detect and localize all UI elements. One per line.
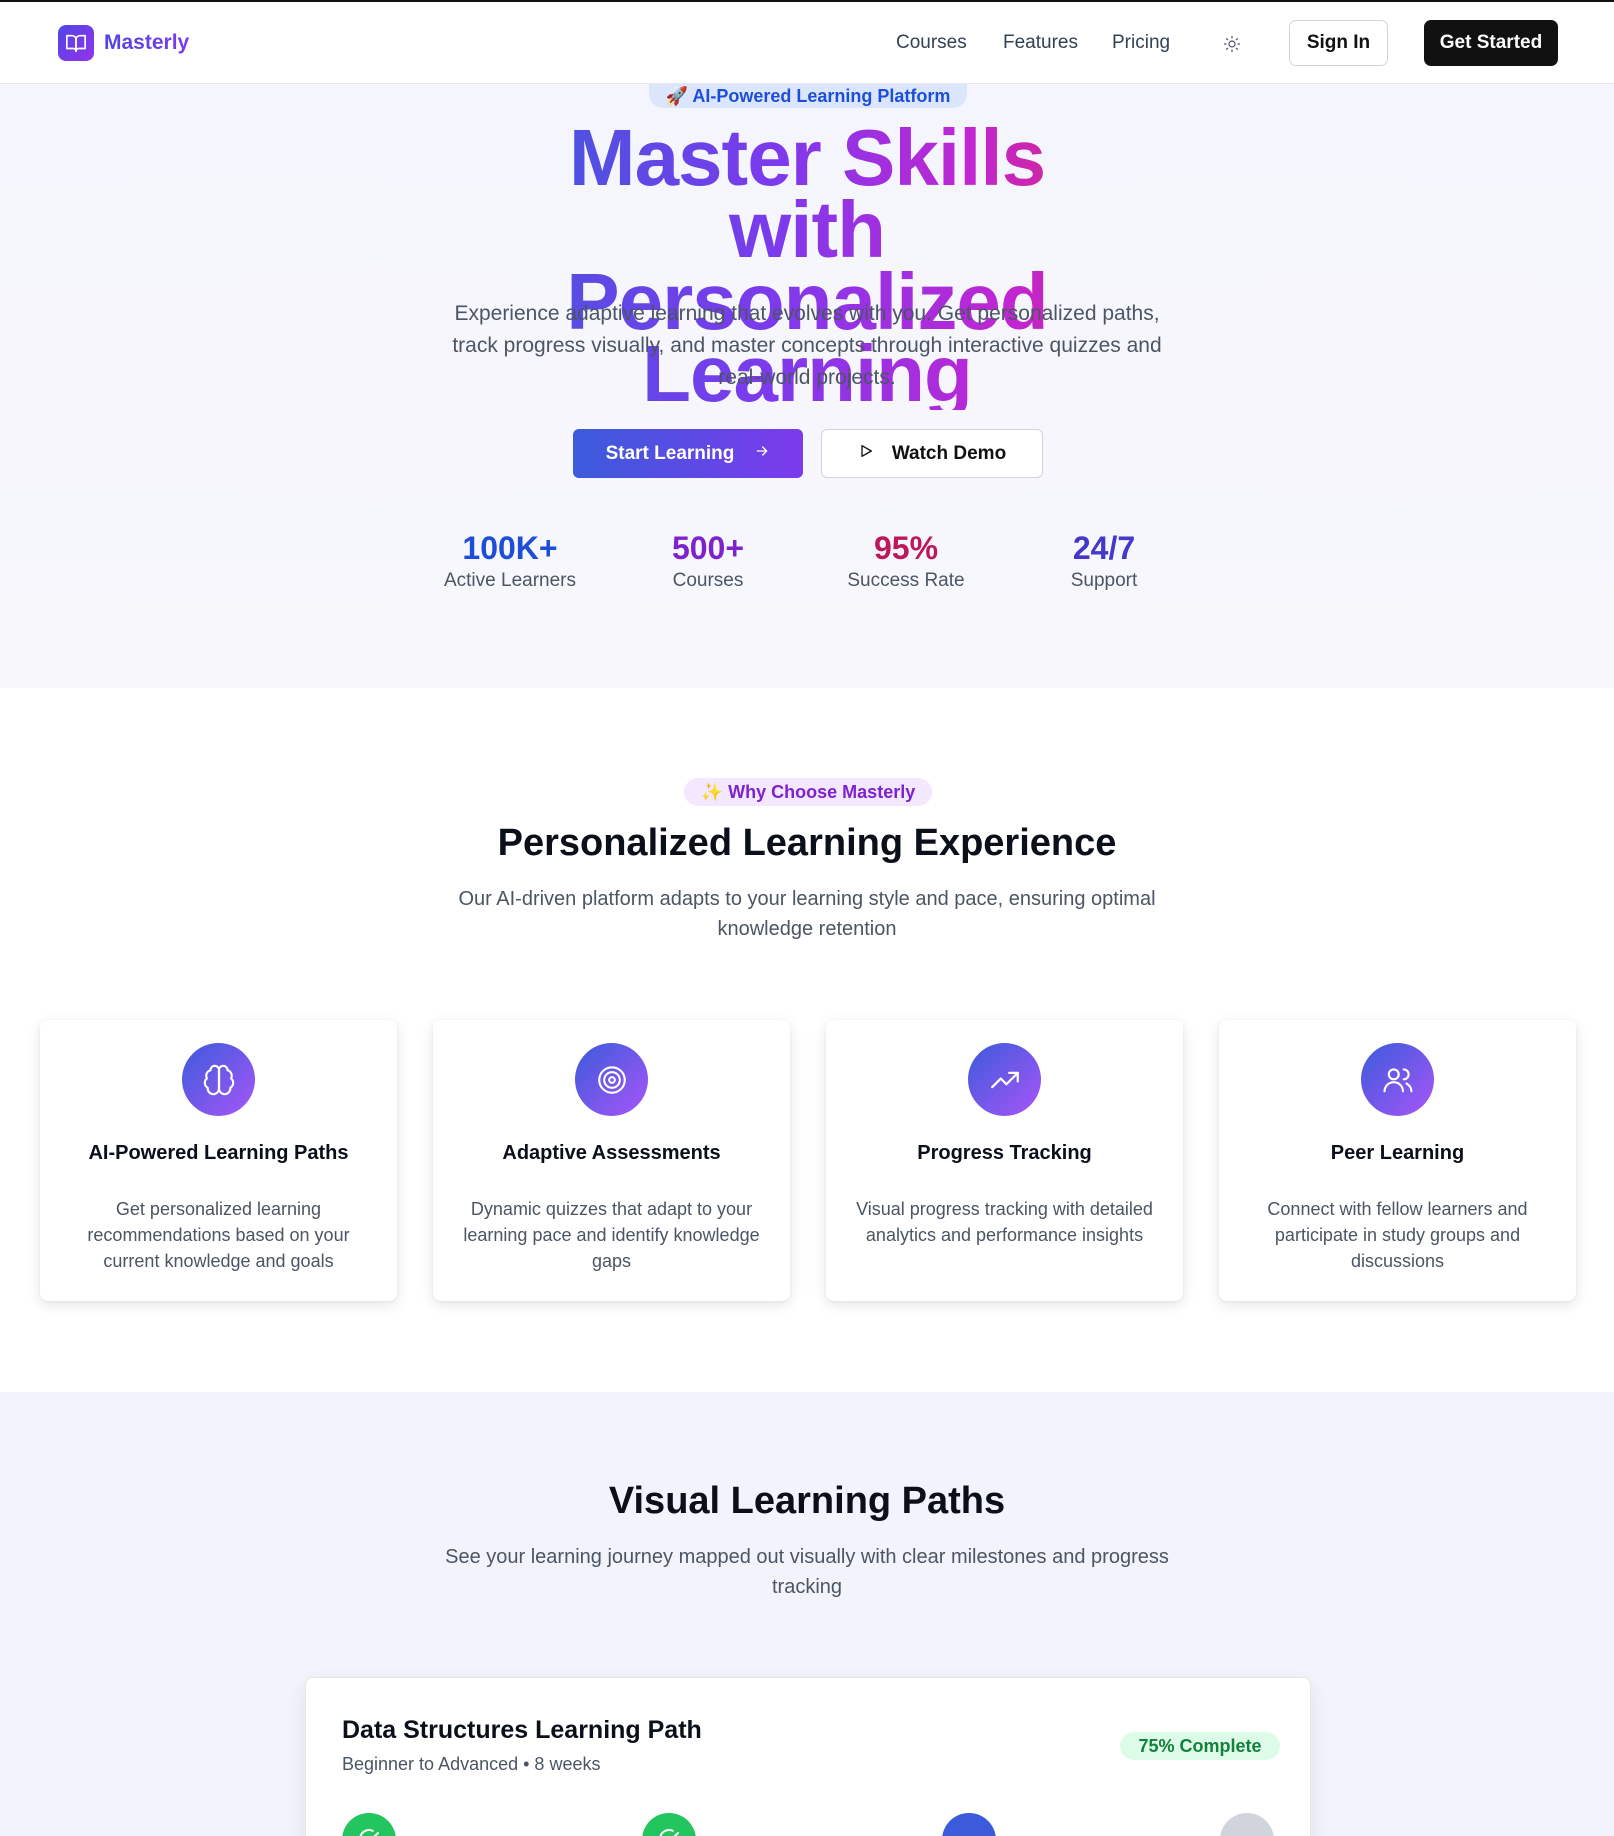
sign-in-button[interactable]: Sign In xyxy=(1289,20,1388,66)
stat-value: 100K+ xyxy=(462,530,558,566)
book-icon xyxy=(58,25,94,61)
hero-title-line1: Master Skills with xyxy=(487,118,1127,270)
features-badge: ✨ Why Choose Masterly xyxy=(684,778,932,806)
learning-path-card[interactable]: Data Structures Learning Path Beginner t… xyxy=(305,1677,1311,1836)
step-current[interactable] xyxy=(942,1813,996,1836)
stat-label: Courses xyxy=(672,570,744,591)
stat-value: 500+ xyxy=(671,530,745,566)
logo[interactable]: Masterly xyxy=(58,25,189,61)
path-meta: Beginner to Advanced • 8 weeks xyxy=(342,1754,601,1774)
card-description: Connect with fellow learners and partici… xyxy=(1267,1199,1528,1271)
brain-icon xyxy=(182,1043,255,1116)
trending-up-icon xyxy=(968,1043,1041,1116)
stat-value: 95% xyxy=(873,530,939,566)
start-learning-label: Start Learning xyxy=(605,442,735,464)
navbar: Masterly Courses Features Pricing Sign I… xyxy=(0,2,1614,84)
nav-link-pricing[interactable]: Pricing xyxy=(1112,32,1170,54)
stat-label: Support xyxy=(1070,570,1138,591)
step-completed-check-icon[interactable] xyxy=(642,1813,696,1836)
card-title: AI-Powered Learning Paths xyxy=(88,1142,349,1164)
hero-section: 🚀 AI-Powered Learning Platform Master Sk… xyxy=(0,84,1614,688)
users-icon xyxy=(1361,1043,1434,1116)
stat-label: Success Rate xyxy=(847,570,965,591)
features-section: ✨ Why Choose Masterly Personalized Learn… xyxy=(0,688,1614,1392)
sun-icon[interactable] xyxy=(1218,30,1246,58)
step-completed-check-icon[interactable] xyxy=(342,1813,396,1836)
progress-badge: 75% Complete xyxy=(1120,1732,1280,1760)
step-upcoming[interactable] xyxy=(1220,1813,1274,1836)
play-icon xyxy=(858,443,874,465)
brand-name: Masterly xyxy=(104,31,190,54)
path-title: Data Structures Learning Path xyxy=(342,1716,702,1744)
stat-support: 24/7 Support xyxy=(1004,530,1204,592)
features-subtitle: Our AI-driven platform adapts to your le… xyxy=(458,888,1156,940)
features-title: Personalized Learning Experience xyxy=(497,822,1117,864)
card-description: Dynamic quizzes that adapt to your learn… xyxy=(463,1199,760,1271)
feature-card-peer-learning: Peer Learning Connect with fellow learne… xyxy=(1219,1020,1576,1301)
stat-courses: 500+ Courses xyxy=(608,530,808,592)
card-title: Adaptive Assessments xyxy=(502,1142,721,1164)
arrow-right-icon xyxy=(754,443,770,465)
target-icon xyxy=(575,1043,648,1116)
card-description: Get personalized learning recommendation… xyxy=(87,1199,350,1271)
feature-card-ai-paths: AI-Powered Learning Paths Get personaliz… xyxy=(40,1020,397,1301)
stat-success-rate: 95% Success Rate xyxy=(806,530,1006,592)
feature-card-adaptive-assessments: Adaptive Assessments Dynamic quizzes tha… xyxy=(433,1020,790,1301)
hero-subtitle: Experience adaptive learning that evolve… xyxy=(452,302,1162,389)
paths-subtitle: See your learning journey mapped out vis… xyxy=(445,1546,1169,1598)
stat-active-learners: 100K+ Active Learners xyxy=(410,530,610,592)
card-title: Peer Learning xyxy=(1330,1142,1465,1164)
hero-badge: 🚀 AI-Powered Learning Platform xyxy=(649,84,967,108)
paths-title: Visual Learning Paths xyxy=(608,1480,1006,1522)
learning-paths-section: Visual Learning Paths See your learning … xyxy=(0,1392,1614,1836)
stat-label: Active Learners xyxy=(443,570,576,591)
nav-link-features[interactable]: Features xyxy=(1003,32,1078,54)
card-description: Visual progress tracking with detailed a… xyxy=(856,1199,1153,1245)
stat-value: 24/7 xyxy=(1072,530,1136,566)
get-started-button[interactable]: Get Started xyxy=(1424,20,1558,66)
watch-demo-label: Watch Demo xyxy=(891,442,1007,464)
start-learning-button[interactable]: Start Learning xyxy=(573,429,803,478)
feature-card-progress-tracking: Progress Tracking Visual progress tracki… xyxy=(826,1020,1183,1301)
watch-demo-button[interactable]: Watch Demo xyxy=(821,429,1043,478)
card-title: Progress Tracking xyxy=(917,1142,1092,1164)
nav-link-courses[interactable]: Courses xyxy=(896,32,967,54)
